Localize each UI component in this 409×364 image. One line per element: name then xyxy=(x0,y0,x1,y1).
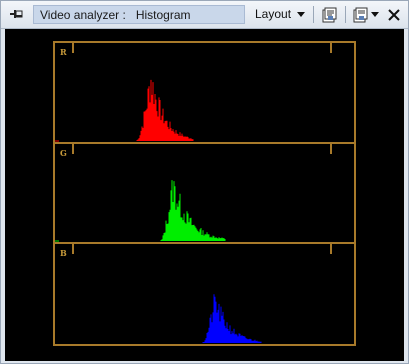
layout-dropdown-button[interactable]: Layout xyxy=(251,5,311,24)
range-start-marker[interactable] xyxy=(72,244,74,254)
green-histogram-plot xyxy=(55,180,226,242)
range-end-marker[interactable] xyxy=(330,43,332,53)
chevron-down-icon xyxy=(371,12,379,17)
properties-icon xyxy=(322,7,337,22)
channel-label-green: G xyxy=(60,148,67,158)
chevron-down-icon xyxy=(297,12,306,17)
close-icon xyxy=(388,8,400,21)
layout-label: Layout xyxy=(255,7,292,21)
channel-label-red: R xyxy=(60,47,67,57)
range-end-marker[interactable] xyxy=(330,244,332,254)
histogram-view: R G B xyxy=(5,29,404,361)
histogram-panel-blue: B xyxy=(53,242,356,346)
video-analyzer-window: Video analyzer : Histogram Layout R G B xyxy=(0,0,409,364)
blue-histogram-plot xyxy=(202,294,262,343)
close-button[interactable] xyxy=(385,5,403,24)
panel-title: Video analyzer : Histogram xyxy=(33,5,245,24)
histogram-panel-green: G xyxy=(53,142,356,244)
properties-menu-button[interactable] xyxy=(351,5,381,24)
range-start-marker[interactable] xyxy=(72,144,74,154)
channel-label-blue: B xyxy=(60,248,67,258)
pin-icon[interactable] xyxy=(6,5,26,23)
toolbar-separator xyxy=(345,6,346,23)
panel-header: Video analyzer : Histogram Layout xyxy=(1,1,408,29)
range-end-marker[interactable] xyxy=(330,144,332,154)
histogram-panel-red: R xyxy=(53,41,356,144)
properties-button[interactable] xyxy=(319,5,341,24)
properties-dropdown-icon xyxy=(353,7,368,22)
range-start-marker[interactable] xyxy=(72,43,74,53)
toolbar-separator xyxy=(313,6,314,23)
red-histogram-plot xyxy=(55,79,194,142)
